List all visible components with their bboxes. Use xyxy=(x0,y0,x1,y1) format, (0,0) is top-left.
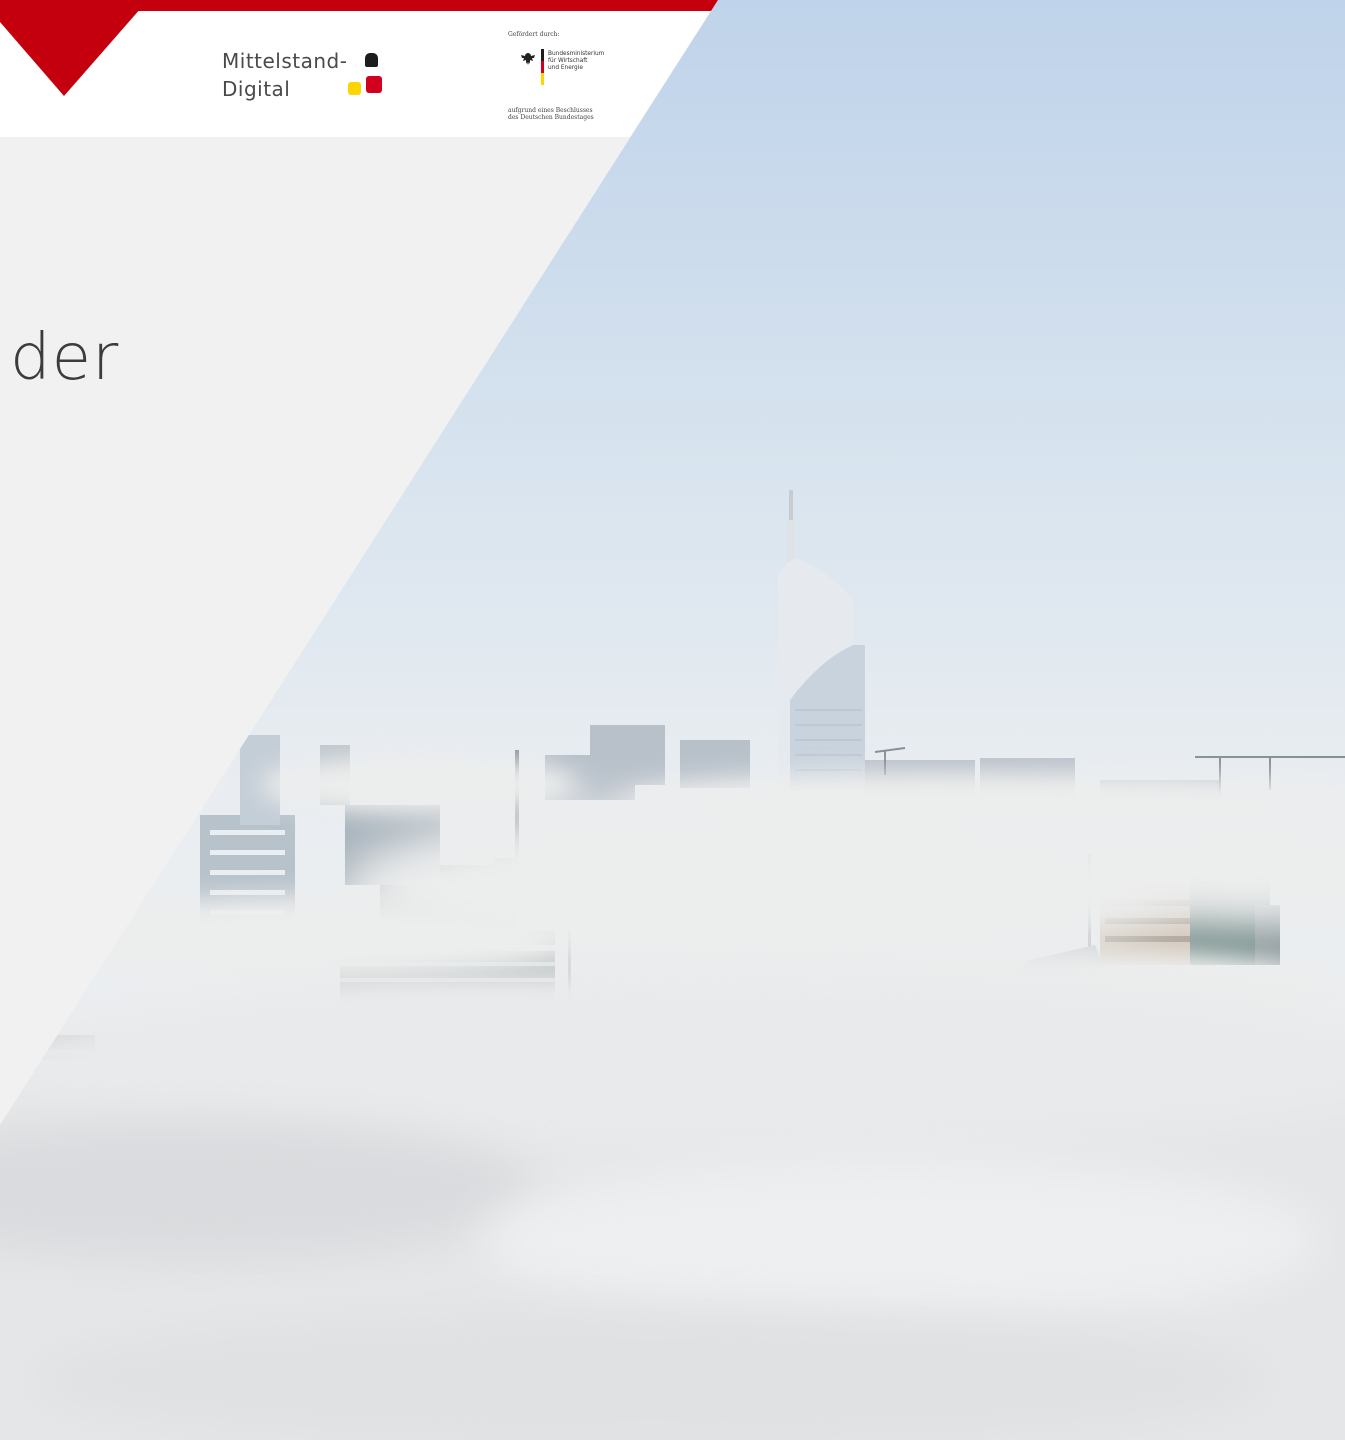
federal-eagle-icon xyxy=(521,53,535,65)
hero-banner: der Mittelstand- Digital Gefördert durch… xyxy=(0,0,1345,1440)
ministry-name: Bundesministerium für Wirtschaft und Ene… xyxy=(548,51,604,72)
decision-line-1: aufgrund eines Beschlusses xyxy=(508,107,593,114)
hero-headline: der xyxy=(10,321,120,395)
mittelstand-logo-line2: Digital xyxy=(222,77,291,101)
decision-line-2: des Deutschen Bundestages xyxy=(508,114,594,121)
ministry-line-3: und Energie xyxy=(548,65,583,71)
german-flag-icon xyxy=(541,49,544,85)
funded-by-label: Gefördert durch: xyxy=(508,31,560,38)
yellow-square-icon xyxy=(348,82,361,95)
black-square-icon xyxy=(365,53,378,67)
ministry-line-1: Bundesministerium xyxy=(548,51,605,57)
mittelstand-logo-line1: Mittelstand- xyxy=(222,49,348,73)
mittelstand-digital-logo[interactable]: Mittelstand- Digital xyxy=(222,48,392,104)
hero-illustration xyxy=(0,0,1345,1440)
red-square-icon xyxy=(366,76,382,93)
ministry-line-2: für Wirtschaft xyxy=(548,58,588,64)
bmwi-funding-logo[interactable]: Gefördert durch: Bundesministerium für W… xyxy=(508,31,618,126)
